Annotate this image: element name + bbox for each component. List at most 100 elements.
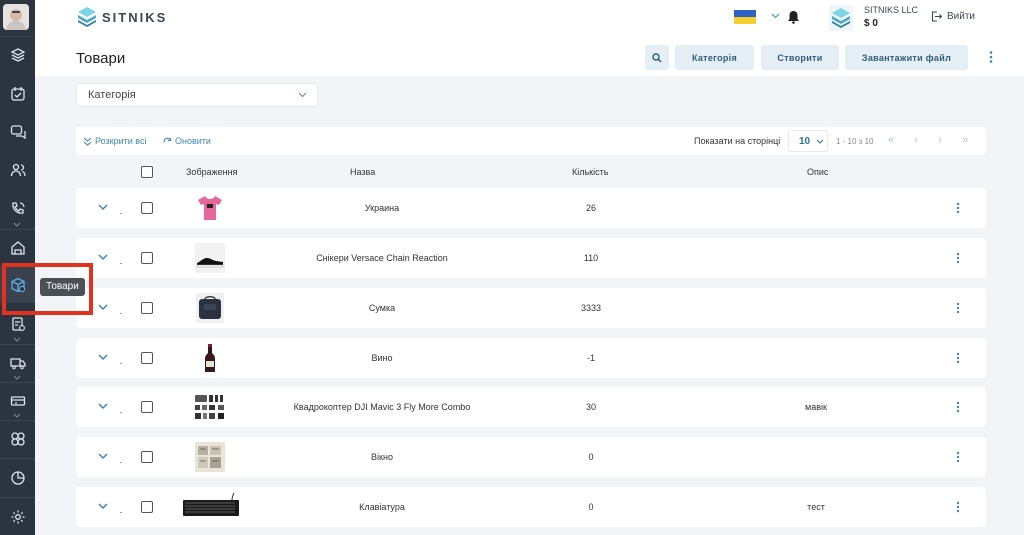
product-quantity: 0: [588, 502, 594, 512]
product-name: Квадрокоптер DJI Mavic 3 Fly More Combo: [293, 402, 471, 412]
row-checkbox[interactable]: [141, 202, 153, 214]
row-checkbox[interactable]: [141, 252, 153, 264]
integrations-icon[interactable]: [0, 421, 35, 457]
chevron-down-icon[interactable]: [13, 337, 21, 343]
row-more-options-icon[interactable]: [956, 252, 960, 264]
organization-name[interactable]: SITNIKS LLC: [864, 5, 918, 15]
product-quantity: 110: [583, 253, 599, 263]
calendar-icon[interactable]: [0, 76, 35, 112]
table-row[interactable]: Клавіатура 0 тест: [76, 487, 986, 527]
language-chevron-down-icon[interactable]: [771, 13, 780, 19]
reports-chart-icon[interactable]: [0, 460, 35, 496]
row-more-options-icon[interactable]: [956, 451, 960, 463]
product-quantity: 3333: [580, 303, 602, 313]
product-description: тест: [807, 502, 825, 512]
row-more-options-icon[interactable]: [956, 352, 960, 364]
search-button[interactable]: [645, 45, 669, 70]
chevron-down-icon[interactable]: [13, 375, 21, 381]
expand-row-chevron-icon[interactable]: [98, 304, 108, 311]
logout-icon: [931, 11, 942, 22]
ukraine-flag-icon[interactable]: [734, 10, 756, 24]
sidebar-tooltip: Товари: [40, 278, 85, 296]
row-checkbox[interactable]: [141, 501, 153, 513]
expand-row-chevron-icon[interactable]: [98, 453, 108, 460]
product-name: Сумка: [368, 303, 396, 313]
refresh-label: Оновити: [175, 136, 211, 146]
row-checkbox[interactable]: [141, 352, 153, 364]
category-button[interactable]: Категорія: [675, 45, 754, 70]
product-image: [182, 492, 240, 522]
organization-logo-icon[interactable]: [829, 5, 853, 31]
user-avatar[interactable]: [3, 4, 29, 30]
product-name: Вино: [371, 353, 393, 363]
chat-icon[interactable]: [0, 114, 35, 150]
product-quantity: 0: [588, 452, 594, 462]
settings-gear-icon[interactable]: [0, 499, 35, 535]
prev-page-icon[interactable]: ‹: [909, 133, 923, 147]
logout-button[interactable]: Вийти: [931, 11, 975, 22]
product-name: Вікно: [371, 452, 393, 462]
expand-all-button[interactable]: Розкрити всі: [83, 136, 146, 146]
chevron-down-icon: [298, 92, 307, 98]
category-select[interactable]: Категорія: [76, 83, 318, 107]
layers-icon[interactable]: [0, 37, 35, 73]
first-page-icon[interactable]: «: [884, 133, 898, 147]
product-quantity: 26: [585, 203, 596, 213]
refresh-button[interactable]: Оновити: [163, 136, 211, 146]
logout-label: Вийти: [947, 11, 976, 22]
row-more-options-icon[interactable]: [956, 401, 960, 413]
category-select-value: Категорія: [88, 89, 136, 101]
product-image: [193, 392, 227, 422]
search-icon: [652, 52, 662, 63]
last-page-icon[interactable]: »: [958, 133, 972, 147]
product-image: [195, 243, 225, 273]
product-description: мавік: [805, 402, 827, 412]
double-chevron-down-icon: [83, 137, 92, 146]
pagination-range: 1 - 10 з 10: [836, 137, 874, 146]
row-more-options-icon[interactable]: [956, 302, 960, 314]
table-row[interactable]: Квадрокоптер DJI Mavic 3 Fly More Combo …: [76, 387, 986, 427]
table-row[interactable]: Сумка 3333: [76, 288, 986, 328]
bell-icon[interactable]: [787, 10, 800, 24]
table-row[interactable]: Снікери Versace Chain Reaction 110: [76, 238, 986, 278]
product-quantity: 30: [585, 402, 596, 412]
expand-all-label: Розкрити всі: [95, 136, 147, 146]
column-header-image: Зображення: [186, 167, 238, 177]
row-checkbox[interactable]: [141, 451, 153, 463]
users-icon[interactable]: [0, 152, 35, 188]
expand-row-chevron-icon[interactable]: [98, 204, 108, 211]
expand-row-chevron-icon[interactable]: [98, 254, 108, 261]
table-row[interactable]: Украина 26: [76, 188, 986, 228]
product-name: Клавіатура: [359, 502, 405, 512]
row-more-options-icon[interactable]: [956, 501, 960, 513]
row-checkbox[interactable]: [141, 302, 153, 314]
per-page-value: 10: [799, 136, 811, 147]
table-row[interactable]: Вино -1: [76, 338, 986, 378]
per-page-label: Показати на сторінці: [694, 136, 781, 146]
sitniks-logo-icon[interactable]: [77, 6, 97, 28]
row-more-options-icon[interactable]: [956, 202, 960, 214]
chevron-down-icon[interactable]: [13, 413, 21, 419]
brand-name: SITNIKS: [102, 10, 168, 25]
upload-file-button[interactable]: Завантажити файл: [845, 45, 968, 70]
row-checkbox[interactable]: [141, 401, 153, 413]
select-all-checkbox[interactable]: [141, 166, 153, 178]
per-page-select[interactable]: 10: [788, 130, 828, 152]
warehouse-icon[interactable]: [0, 230, 35, 266]
column-header-quantity[interactable]: Кількість: [572, 167, 608, 177]
next-page-icon[interactable]: ›: [933, 133, 947, 147]
more-options-icon[interactable]: [985, 50, 997, 64]
expand-row-chevron-icon[interactable]: [98, 354, 108, 361]
expand-row-chevron-icon[interactable]: [98, 503, 108, 510]
column-header-name[interactable]: Назва: [350, 167, 375, 177]
product-quantity: -1: [586, 353, 595, 363]
column-header-description: Опис: [807, 167, 829, 177]
create-button[interactable]: Створити: [761, 45, 839, 70]
product-image: [196, 293, 224, 323]
expand-row-chevron-icon[interactable]: [98, 403, 108, 410]
page-title: Товари: [76, 50, 126, 67]
product-image: [195, 442, 225, 472]
chevron-down-icon[interactable]: [13, 222, 21, 228]
table-row[interactable]: Вікно 0: [76, 437, 986, 477]
product-name: Украина: [364, 203, 400, 213]
